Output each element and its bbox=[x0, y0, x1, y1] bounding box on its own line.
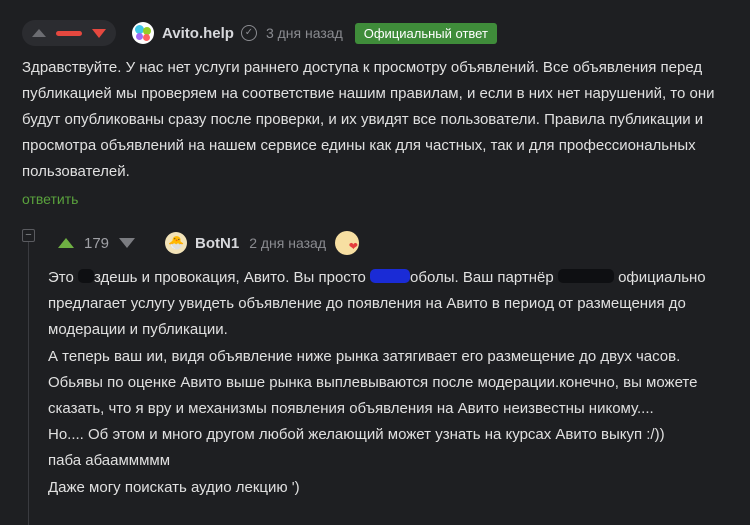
redaction-mark bbox=[370, 269, 411, 283]
collapse-thread-button[interactable]: − bbox=[22, 229, 35, 242]
text-line: модерации и публикации. bbox=[48, 321, 228, 339]
comment-author[interactable]: Avito.help bbox=[162, 25, 234, 42]
text-line: предлагает услугу увидеть объявление до … bbox=[48, 295, 686, 313]
negative-rating-bar bbox=[56, 30, 82, 36]
official-answer-badge: Официальный ответ bbox=[354, 22, 497, 44]
comment2-text: Это здешь и провокация, Авито. Вы просто… bbox=[48, 265, 738, 501]
text-line: Это здешь и провокация, Авито. Вы просто… bbox=[48, 269, 706, 286]
award-icon[interactable]: ❤ bbox=[334, 231, 359, 255]
check-icon: ✓ bbox=[240, 25, 257, 41]
redaction-mark bbox=[78, 269, 94, 283]
text-line: паба абааммммм bbox=[48, 452, 171, 470]
downvote-icon[interactable] bbox=[119, 238, 136, 248]
avatar[interactable]: 🐣 bbox=[165, 232, 188, 254]
text-line: А теперь ваш ии, видя объявление ниже ры… bbox=[48, 347, 681, 365]
vote-widget bbox=[22, 20, 116, 46]
comment-time[interactable]: 2 дня назад bbox=[249, 235, 326, 251]
text-line: сказать, что я вру и механизмы появления… bbox=[48, 400, 654, 418]
text-line: Даже могу поискать аудио лекцию ') bbox=[48, 478, 300, 496]
comment1-text: Здравствуйте. У нас нет услуги раннего д… bbox=[22, 59, 715, 180]
reply-button[interactable]: ответить bbox=[22, 191, 78, 207]
redaction-mark bbox=[557, 269, 614, 283]
avatar-face-icon: 🐣 bbox=[167, 235, 185, 250]
thread-line[interactable] bbox=[28, 242, 29, 525]
text-line: Но.... Об этом и много другом любой жела… bbox=[48, 426, 665, 444]
text-line: Обьявы по оценке Авито выше рынка выплев… bbox=[48, 373, 698, 391]
comment-score: 179 bbox=[84, 234, 110, 252]
avatar[interactable] bbox=[132, 22, 154, 44]
downvote-icon[interactable] bbox=[92, 28, 106, 38]
comment1-header: Avito.help ✓ 3 дня назад Официальный отв… bbox=[22, 20, 497, 46]
upvote-icon[interactable] bbox=[32, 29, 46, 37]
comment2-header: 179 🐣 BotN1 2 дня назад ❤ bbox=[58, 230, 359, 256]
upvote-icon[interactable] bbox=[58, 238, 74, 248]
comment-time[interactable]: 3 дня назад bbox=[266, 25, 343, 41]
comment-author[interactable]: BotN1 bbox=[195, 235, 239, 252]
